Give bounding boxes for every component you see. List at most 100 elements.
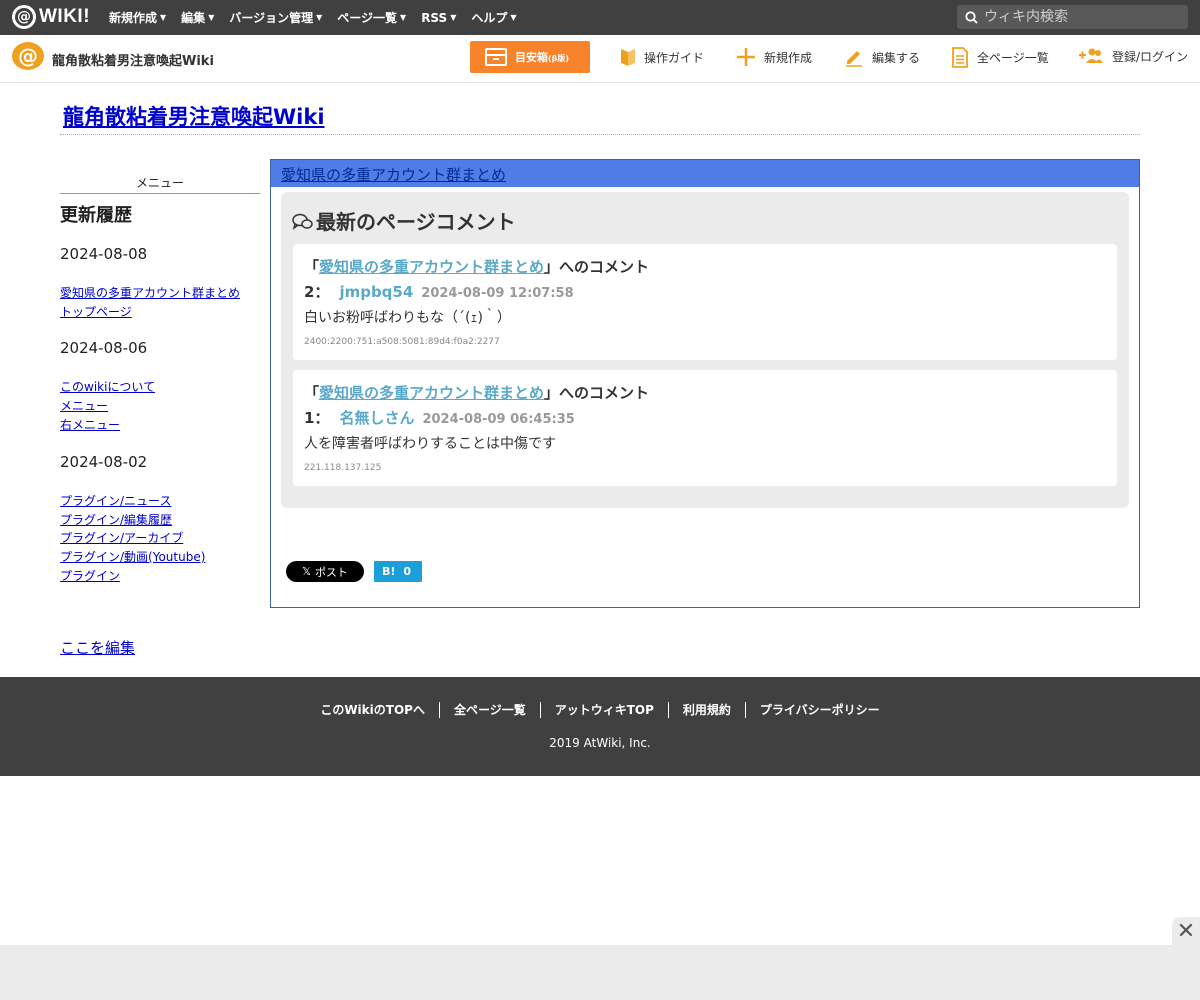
comment-timestamp: 2024-08-09 12:07:58: [421, 286, 574, 301]
comment-item: 「愛知県の多重アカウント群まとめ」へのコメント 2： jmpbq54 2024-…: [293, 244, 1117, 360]
hatena-bookmark-icon: B!: [382, 565, 396, 578]
top-menu-rss-label: RSS: [421, 10, 448, 25]
footer-link-privacy[interactable]: プライバシーポリシー: [746, 702, 894, 718]
footer: このWikiのTOPへ 全ページ一覧 アットウィキTOP 利用規約 プライバシー…: [0, 677, 1200, 776]
nav-login[interactable]: 登録/ログイン: [1078, 47, 1188, 65]
atwiki-logo-text: WIKI!: [39, 6, 91, 27]
comment-body: 白いお粉呼ばわりもな（´(ｪ)｀）: [304, 310, 511, 326]
search-input[interactable]: [984, 9, 1174, 25]
comment-open-quote: 「: [304, 258, 320, 276]
nav-new-page[interactable]: 新規作成: [736, 47, 812, 67]
nav-new-page-label: 新規作成: [764, 50, 813, 65]
comment-open-quote: 「: [304, 384, 320, 402]
recent-comments-heading: 最新のページコメント: [292, 206, 516, 235]
wiki-title-link[interactable]: 龍角散粘着男注意喚起Wiki: [63, 101, 325, 131]
top-menu-edit[interactable]: 編集 ▼: [181, 9, 214, 26]
top-menu: 新規作成 ▼ 編集 ▼ バージョン管理 ▼ ページ一覧 ▼ RSS ▼ ヘルプ ▼: [109, 0, 532, 35]
nav-guide-label: 操作ガイド: [644, 50, 705, 65]
comment-body: 人を障害者呼ばわりすることは中傷です: [304, 436, 556, 452]
archive-box-icon: [485, 48, 507, 66]
history-link[interactable]: プラグイン/動画(Youtube): [60, 548, 205, 565]
x-post-button[interactable]: 𝕏 ポスト: [286, 561, 364, 582]
site-logo[interactable]: @: [12, 42, 44, 70]
comment-author: jmpbq54: [339, 283, 414, 301]
nav-login-label: 登録/ログイン: [1112, 49, 1189, 64]
comment-ip: 221.118.137.125: [304, 463, 382, 473]
history-date: 2024-08-02: [60, 453, 148, 471]
recent-comments-box: 最新のページコメント 「愛知県の多重アカウント群まとめ」へのコメント 2： jm…: [281, 192, 1129, 508]
history-link[interactable]: 右メニュー: [60, 416, 120, 433]
site-name[interactable]: 龍角散粘着男注意喚起Wiki: [52, 50, 214, 69]
nav-edit-page[interactable]: 編集する: [844, 47, 920, 67]
site-header: @ 龍角散粘着男注意喚起Wiki 目安箱(β版) 操作ガイド 新規作成 編集する…: [0, 35, 1200, 83]
history-link[interactable]: このwikiについて: [60, 378, 155, 395]
history-link[interactable]: プラグイン/編集履歴: [60, 511, 172, 528]
x-logo-icon: 𝕏: [302, 565, 311, 578]
comment-title: 「愛知県の多重アカウント群まとめ」へのコメント: [304, 256, 1106, 277]
caret-down-icon: ▼: [510, 13, 517, 22]
ad-close-button[interactable]: ✕: [1172, 917, 1200, 945]
footer-link-all-pages[interactable]: 全ページ一覧: [440, 702, 541, 718]
history-link[interactable]: トップページ: [60, 303, 132, 320]
search-icon: [965, 10, 978, 24]
comment-meta: 2： jmpbq54 2024-08-09 12:07:58: [304, 281, 1106, 302]
main-panel: 愛知県の多重アカウント群まとめ 最新のページコメント 「愛知県の多重アカウント群…: [270, 159, 1140, 608]
close-icon: ✕: [1176, 918, 1196, 944]
hatena-bookmark-button[interactable]: B! 0: [374, 561, 422, 582]
footer-link-atwiki-top[interactable]: アットウィキTOP: [541, 702, 669, 718]
panel-header: 愛知県の多重アカウント群まとめ: [271, 160, 1139, 187]
caret-down-icon: ▼: [316, 13, 323, 22]
edit-menu-link[interactable]: ここを編集: [60, 637, 135, 658]
comment-title: 「愛知県の多重アカウント群まとめ」へのコメント: [304, 382, 1106, 403]
comment-number: 2：: [304, 283, 330, 301]
panel-page-title-link[interactable]: 愛知県の多重アカウント群まとめ: [281, 166, 506, 184]
top-bar: @ WIKI! 新規作成 ▼ 編集 ▼ バージョン管理 ▼ ページ一覧 ▼ RSS ▼ ヘ…: [0, 0, 1200, 35]
history-link[interactable]: プラグイン/アーカイブ: [60, 529, 183, 546]
comment-title-suffix: 」へのコメント: [544, 384, 650, 402]
suggestion-box-label: 目安箱(β版): [515, 49, 569, 65]
comment-title-suffix: 」へのコメント: [544, 258, 650, 276]
top-menu-new[interactable]: 新規作成 ▼: [109, 9, 166, 26]
top-menu-version[interactable]: バージョン管理 ▼: [229, 9, 322, 26]
comment-number: 1：: [304, 409, 330, 427]
ad-banner: [0, 945, 1200, 1000]
comment-author: 名無しさん: [339, 409, 415, 427]
hatena-bookmark-count: 0: [403, 565, 412, 578]
speech-bubbles-icon: [292, 213, 313, 230]
wiki-search: [957, 5, 1188, 29]
comment-ip: 2400:2200:751:a508:5081:89d4:f0a2:2277: [304, 337, 500, 347]
top-menu-rss[interactable]: RSS ▼: [421, 11, 456, 25]
footer-link-terms[interactable]: 利用規約: [669, 702, 746, 718]
history-date: 2024-08-06: [60, 339, 148, 357]
suggestion-box-button[interactable]: 目安箱(β版): [470, 41, 590, 73]
footer-link-wiki-top[interactable]: このWikiのTOPへ: [306, 702, 440, 718]
history-link[interactable]: プラグイン: [60, 567, 120, 584]
title-divider: [60, 134, 1140, 135]
comment-timestamp: 2024-08-09 06:45:35: [422, 412, 575, 427]
history-link[interactable]: プラグイン/ニュース: [60, 492, 171, 509]
beginner-mark-icon: [621, 49, 635, 66]
comment-page-link[interactable]: 愛知県の多重アカウント群まとめ: [319, 258, 544, 276]
top-menu-version-label: バージョン管理: [229, 11, 314, 25]
history-link[interactable]: 愛知県の多重アカウント群まとめ: [60, 284, 240, 301]
caret-down-icon: ▼: [160, 13, 167, 22]
caret-down-icon: ▼: [400, 13, 407, 22]
top-menu-pages-label: ページ一覧: [337, 11, 398, 25]
top-menu-pages[interactable]: ページ一覧 ▼: [337, 9, 406, 26]
nav-guide[interactable]: 操作ガイド: [620, 47, 704, 67]
comment-page-link[interactable]: 愛知県の多重アカウント群まとめ: [319, 384, 544, 402]
top-menu-new-label: 新規作成: [109, 11, 158, 25]
atwiki-logo[interactable]: @ WIKI!: [12, 5, 90, 29]
nav-all-pages[interactable]: 全ページ一覧: [951, 47, 1049, 68]
document-icon: [952, 47, 968, 68]
comment-meta: 1： 名無しさん 2024-08-09 06:45:35: [304, 407, 1106, 428]
history-link[interactable]: メニュー: [60, 397, 108, 414]
footer-copyright: 2019 AtWiki, Inc.: [549, 736, 651, 750]
top-menu-help-label: ヘルプ: [471, 11, 508, 25]
recent-comments-title: 最新のページコメント: [316, 210, 516, 234]
top-menu-help[interactable]: ヘルプ ▼: [471, 9, 516, 26]
nav-all-pages-label: 全ページ一覧: [977, 51, 1049, 65]
nav-edit-page-label: 編集する: [872, 50, 921, 65]
recent-changes-heading: 更新履歴: [60, 205, 132, 226]
history-date: 2024-08-08: [60, 245, 148, 263]
